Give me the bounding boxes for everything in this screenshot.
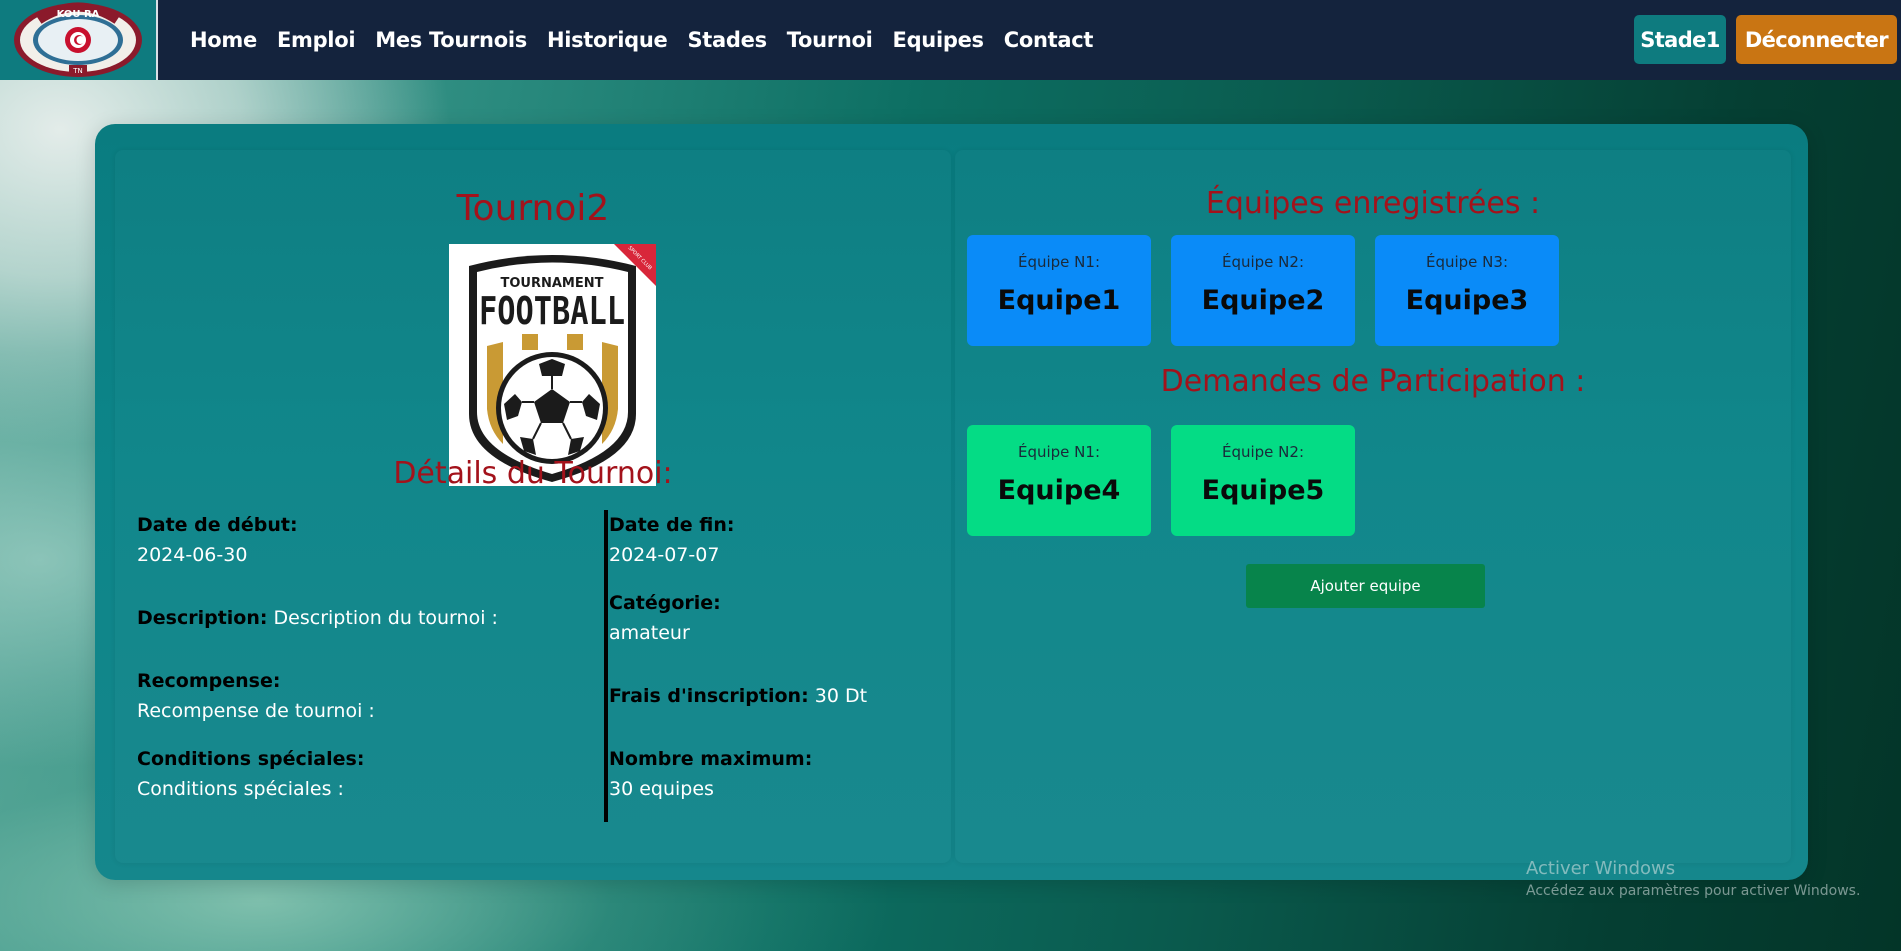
reward-label: Recompense: bbox=[137, 670, 281, 692]
fee-value: 30 Dt bbox=[814, 685, 868, 707]
team-number: Équipe N1: bbox=[1017, 443, 1100, 461]
registered-teams-title: Équipes enregistrées : bbox=[1205, 186, 1541, 221]
nav-emploi[interactable]: Emploi bbox=[267, 28, 365, 52]
team-name: Equipe2 bbox=[1201, 285, 1325, 316]
details-divider bbox=[604, 510, 608, 822]
special-conditions-field: Conditions spéciales: Conditions spécial… bbox=[137, 744, 364, 804]
nav-historique[interactable]: Historique bbox=[537, 28, 678, 52]
team-number: Équipe N2: bbox=[1221, 253, 1304, 271]
registered-team-card[interactable]: Équipe N2: Equipe2 bbox=[1171, 235, 1355, 346]
nav-mes-tournois[interactable]: Mes Tournois bbox=[365, 28, 537, 52]
request-team-card[interactable]: Équipe N2: Equipe5 bbox=[1171, 425, 1355, 536]
end-date-value: 2024-07-07 bbox=[609, 544, 720, 566]
category-value: amateur bbox=[609, 622, 690, 644]
description-field: Description: Description du tournoi : bbox=[137, 603, 498, 633]
details-title: Détails du Tournoi: bbox=[393, 456, 673, 491]
details-grid: Date de début: 2024-06-30 Date de fin: 2… bbox=[137, 510, 937, 824]
fee-label: Frais d'inscription: bbox=[609, 685, 809, 707]
registered-team-card[interactable]: Équipe N3: Equipe3 bbox=[1375, 235, 1559, 346]
nav-equipes[interactable]: Equipes bbox=[883, 28, 994, 52]
start-date-label: Date de début: bbox=[137, 514, 298, 536]
top-navbar: KOU RA TN Home Emploi Mes Tournois Histo… bbox=[0, 0, 1901, 80]
logo-text-top: KOU RA bbox=[57, 9, 100, 20]
start-date-field: Date de début: 2024-06-30 bbox=[137, 510, 298, 570]
tournament-name: Tournoi2 bbox=[456, 188, 610, 229]
team-name: Equipe3 bbox=[1405, 285, 1529, 316]
nav-links: Home Emploi Mes Tournois Historique Stad… bbox=[180, 28, 1103, 52]
max-number-label: Nombre maximum: bbox=[609, 748, 813, 770]
logo-container[interactable]: KOU RA TN bbox=[0, 0, 158, 80]
registered-teams-row: Équipe N1: Equipe1 Équipe N2: Equipe2 Éq… bbox=[967, 235, 1559, 346]
start-date-value: 2024-06-30 bbox=[137, 544, 248, 566]
tournament-poster: TOURNAMENT FOOTBALL SPORT CLUB bbox=[449, 244, 656, 486]
participation-requests-row: Équipe N1: Equipe4 Équipe N2: Equipe5 bbox=[967, 425, 1355, 536]
description-label: Description: bbox=[137, 607, 268, 629]
reward-value: Recompense de tournoi : bbox=[137, 700, 375, 722]
watermark-title: Activer Windows bbox=[1526, 858, 1676, 879]
registered-team-card[interactable]: Équipe N1: Equipe1 bbox=[967, 235, 1151, 346]
nav-contact[interactable]: Contact bbox=[994, 28, 1103, 52]
koura-logo: KOU RA TN bbox=[14, 2, 142, 77]
category-label: Catégorie: bbox=[609, 592, 721, 614]
fee-field: Frais d'inscription: 30 Dt bbox=[609, 681, 867, 711]
team-number: Équipe N1: bbox=[1017, 253, 1100, 271]
reward-field: Recompense: Recompense de tournoi : bbox=[137, 666, 375, 726]
end-date-field: Date de fin: 2024-07-07 bbox=[609, 510, 735, 570]
nav-home[interactable]: Home bbox=[180, 28, 267, 52]
max-number-value: 30 equipes bbox=[609, 778, 714, 800]
category-field: Catégorie: amateur bbox=[609, 588, 721, 648]
team-name: Equipe4 bbox=[997, 475, 1121, 506]
tournament-info-panel: Tournoi2 TOURNAMENT FOOTBALL SPORT CLUB … bbox=[115, 150, 951, 863]
request-team-card[interactable]: Équipe N1: Equipe4 bbox=[967, 425, 1151, 536]
windows-activation-watermark: Activer Windows Accédez aux paramètres p… bbox=[1526, 858, 1860, 899]
special-conditions-value: Conditions spéciales : bbox=[137, 778, 344, 800]
team-name: Equipe1 bbox=[997, 285, 1121, 316]
nav-tournoi[interactable]: Tournoi bbox=[777, 28, 883, 52]
tournament-card: Tournoi2 TOURNAMENT FOOTBALL SPORT CLUB … bbox=[95, 124, 1808, 880]
logout-button[interactable]: Déconnecter bbox=[1735, 15, 1897, 64]
special-conditions-label: Conditions spéciales: bbox=[137, 748, 365, 770]
max-number-field: Nombre maximum: 30 equipes bbox=[609, 744, 812, 804]
nav-actions: Stade1 Déconnecter bbox=[1634, 15, 1897, 64]
teams-panel: Équipes enregistrées : Équipe N1: Equipe… bbox=[955, 150, 1791, 863]
end-date-label: Date de fin: bbox=[609, 514, 735, 536]
team-number: Équipe N2: bbox=[1221, 443, 1304, 461]
stade-button[interactable]: Stade1 bbox=[1634, 15, 1726, 64]
add-team-button[interactable]: Ajouter equipe bbox=[1246, 564, 1485, 608]
description-value: Description du tournoi : bbox=[273, 607, 498, 629]
team-name: Equipe5 bbox=[1201, 475, 1325, 506]
logo-text-bottom: TN bbox=[72, 67, 83, 75]
nav-stades[interactable]: Stades bbox=[677, 28, 776, 52]
participation-requests-title: Demandes de Participation : bbox=[1160, 364, 1586, 399]
team-number: Équipe N3: bbox=[1425, 253, 1508, 271]
watermark-subtitle: Accédez aux paramètres pour activer Wind… bbox=[1526, 883, 1861, 899]
poster-line2: FOOTBALL bbox=[479, 289, 625, 333]
